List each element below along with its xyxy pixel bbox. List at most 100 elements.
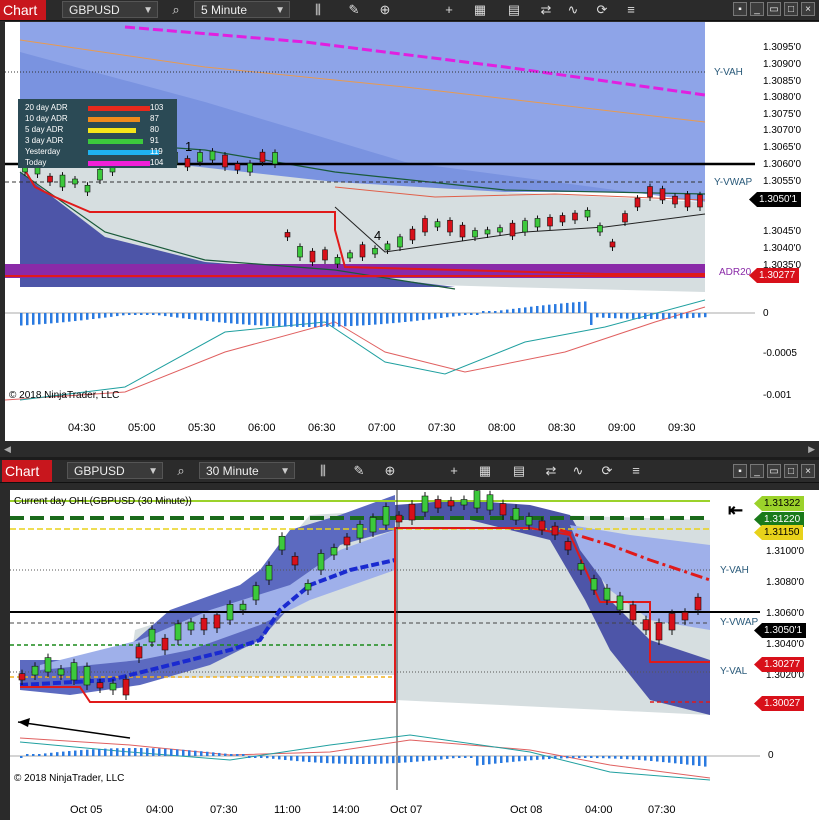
osc-histogram-bar: [134, 748, 137, 756]
osc-histogram-bar: [476, 313, 479, 315]
candle-body: [356, 524, 364, 539]
properties-icon[interactable]: ≡: [622, 1, 640, 19]
osc-histogram-bar: [170, 313, 173, 317]
candle-body: [447, 219, 453, 233]
templates-icon[interactable]: ▤: [505, 1, 523, 19]
top-price-panel[interactable]: 20 day ADR 103 10 day ADR 87 5 day ADR 80 3 da…: [5, 22, 755, 411]
bottom-price-axis[interactable]: 1.3100'0 1.3080'0 1.3060'0 1.3040'0 1.3020'0…: [754, 490, 819, 790]
strategies-icon[interactable]: ⇄: [542, 462, 560, 480]
price-tick-label: 1.3065'0: [763, 142, 802, 153]
chart-tab[interactable]: Chart: [2, 460, 52, 482]
osc-histogram-bar: [524, 307, 527, 313]
time-tick-label: 07:00: [368, 422, 396, 434]
reload-icon[interactable]: ⟳: [598, 462, 616, 480]
osc-histogram-bar: [632, 313, 635, 319]
templates-icon[interactable]: ▤: [510, 462, 528, 480]
restore-button[interactable]: ▭: [767, 2, 781, 16]
properties-icon[interactable]: ≡: [627, 462, 645, 480]
zoom-in-icon[interactable]: ⊕: [376, 1, 394, 19]
bottom-price-panel[interactable]: Current day OHL(GBPUSD (30 Minute)) Y-VA…: [10, 490, 760, 790]
session-break-icon[interactable]: ⇤: [728, 500, 743, 521]
osc-histogram-bar: [278, 313, 281, 327]
search-icon[interactable]: ⌕: [172, 462, 190, 480]
pencil-icon[interactable]: ✎: [350, 462, 368, 480]
osc-histogram-bar: [374, 313, 377, 325]
maximize-button[interactable]: □: [784, 464, 798, 478]
pin-button[interactable]: ▪: [733, 2, 747, 16]
candle-body: [525, 516, 533, 526]
data-box-icon[interactable]: ▦: [476, 462, 494, 480]
osc-histogram-bar: [380, 313, 383, 325]
osc-histogram-bar: [320, 756, 323, 763]
zoom-in-icon[interactable]: ⊕: [381, 462, 399, 480]
osc-histogram-bar: [140, 313, 143, 315]
osc-histogram-bar: [470, 313, 473, 315]
pin-button[interactable]: ▪: [733, 464, 747, 478]
indicators-icon[interactable]: ∿: [569, 462, 587, 480]
candle-body: [522, 220, 528, 233]
osc-histogram-bar: [470, 756, 473, 758]
osc-histogram-bar: [494, 756, 497, 764]
osc-histogram-bar: [170, 749, 173, 756]
strategies-icon[interactable]: ⇄: [537, 1, 555, 19]
osc-histogram-bar: [116, 748, 119, 756]
minimize-button[interactable]: _: [750, 2, 764, 16]
adr-row-value: 87: [150, 114, 159, 123]
osc-histogram-bar: [698, 313, 701, 318]
scroll-right-arrow[interactable]: ▶: [808, 444, 815, 455]
osc-histogram-bar: [554, 304, 557, 313]
top-price-axis[interactable]: 1.3095'0 1.3090'0 1.3085'0 1.3080'0 1.3075'0…: [749, 22, 819, 411]
crosshair-icon[interactable]: +: [440, 1, 458, 19]
bar-type-icon[interactable]: ⫼: [309, 1, 327, 19]
instrument-selector[interactable]: GBPUSD ▼: [67, 462, 163, 479]
scroll-left-arrow[interactable]: ◀: [4, 444, 11, 455]
adr-row-label: Yesterday: [25, 147, 61, 156]
candle-body: [659, 188, 666, 201]
close-button[interactable]: ×: [801, 2, 815, 16]
timeframe-selector[interactable]: 30 Minute ▼: [199, 462, 295, 479]
osc-histogram-bar: [152, 313, 155, 315]
pencil-icon[interactable]: ✎: [345, 1, 363, 19]
osc-histogram-bar: [98, 313, 101, 319]
candle-body: [369, 517, 377, 533]
osc-histogram-bar: [188, 750, 191, 756]
osc-histogram-bar: [368, 313, 371, 326]
minimize-button[interactable]: _: [750, 464, 764, 478]
top-scrollbar[interactable]: ◀ ▶: [0, 441, 819, 457]
adr-row-label: 5 day ADR: [25, 125, 64, 134]
adr-row-label: 10 day ADR: [25, 114, 68, 123]
close-button[interactable]: ×: [801, 464, 815, 478]
instrument-selector[interactable]: GBPUSD ▼: [62, 1, 158, 18]
candle-body: [616, 595, 624, 611]
bottom-time-axis[interactable]: Oct 05 04:00 07:30 11:00 14:00 Oct 07 Oct 08 04…: [10, 790, 819, 820]
chart-tab[interactable]: Chart: [0, 0, 46, 20]
osc-histogram-bar: [50, 752, 53, 756]
timeframe-selector[interactable]: 5 Minute ▼: [194, 1, 290, 18]
osc-histogram-bar: [518, 308, 521, 313]
candle-body: [590, 578, 598, 591]
reload-icon[interactable]: ⟳: [593, 1, 611, 19]
chevron-down-icon: ▼: [148, 466, 158, 477]
yvwap-label: Y-VWAP: [714, 177, 753, 188]
osc-histogram-bar: [458, 313, 461, 316]
bottom-copyright: © 2018 NinjaTrader, LLC: [14, 773, 125, 784]
osc-histogram-bar: [284, 756, 287, 761]
osc-histogram-bar: [386, 756, 389, 764]
candle-body: [330, 547, 338, 556]
data-box-icon[interactable]: ▦: [471, 1, 489, 19]
osc-histogram-bar: [206, 751, 209, 756]
osc-histogram-bar: [584, 301, 587, 313]
bar-type-icon[interactable]: ⫼: [314, 462, 332, 480]
indicators-icon[interactable]: ∿: [564, 1, 582, 19]
osc-histogram-bar: [488, 311, 491, 313]
osc-histogram-bar: [350, 313, 353, 327]
crosshair-icon[interactable]: +: [445, 462, 463, 480]
candle-body: [247, 162, 253, 173]
osc-histogram-bar: [374, 756, 377, 764]
osc-histogram-bar: [590, 756, 593, 759]
top-copyright: © 2018 NinjaTrader, LLC: [9, 390, 120, 401]
search-icon[interactable]: ⌕: [167, 1, 185, 19]
restore-button[interactable]: ▭: [767, 464, 781, 478]
top-time-axis[interactable]: 04:30 05:00 05:30 06:00 06:30 07:00 07:30 08:00…: [5, 411, 819, 441]
maximize-button[interactable]: □: [784, 2, 798, 16]
